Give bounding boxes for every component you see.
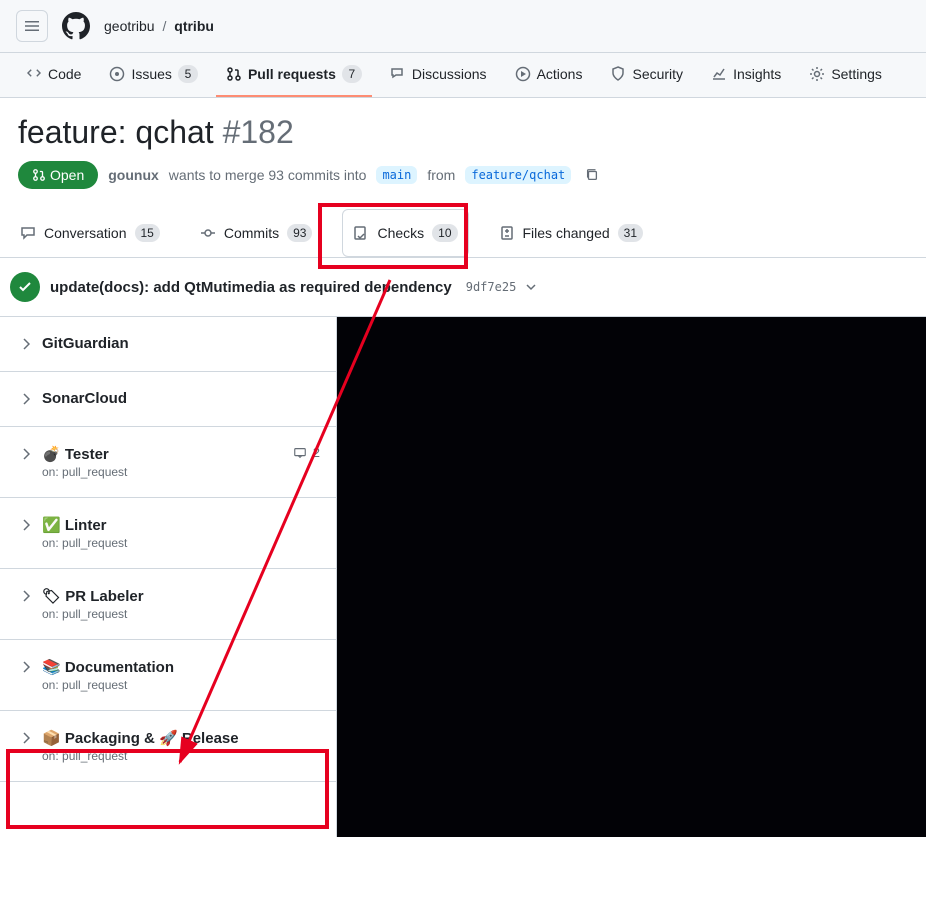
check-trigger: on: pull_request — [42, 678, 320, 692]
comment-icon — [20, 225, 36, 241]
check-annotations-count: 2 — [293, 445, 320, 460]
chevron-right-icon — [22, 589, 32, 605]
pr-open-icon — [32, 168, 46, 182]
chevron-right-icon — [22, 392, 32, 408]
tab-checks[interactable]: Checks 10 — [343, 210, 467, 256]
tab-commits[interactable]: Commits 93 — [190, 210, 323, 256]
breadcrumb: geotribu / qtribu — [104, 18, 214, 34]
nav-insights[interactable]: Insights — [701, 54, 791, 96]
pr-author[interactable]: gounux — [108, 167, 159, 183]
diff-icon — [499, 225, 515, 241]
check-item[interactable]: 💣 Tester on: pull_request 2 — [0, 427, 336, 498]
commit-header: update(docs): add QtMutimedia as require… — [0, 258, 926, 317]
commit-sha[interactable]: 9df7e25 — [466, 280, 517, 294]
check-detail-pane — [337, 317, 926, 837]
checklist-icon — [353, 225, 369, 241]
nav-issues[interactable]: Issues 5 — [99, 53, 207, 97]
check-item[interactable]: GitGuardian — [0, 317, 336, 372]
github-logo[interactable] — [60, 10, 92, 42]
gear-icon — [809, 66, 825, 82]
copy-branch-button[interactable] — [581, 164, 603, 186]
check-trigger: on: pull_request — [42, 607, 320, 621]
tab-conversation[interactable]: Conversation 15 — [10, 210, 170, 256]
chevron-right-icon — [22, 518, 32, 534]
code-icon — [26, 66, 42, 82]
breadcrumb-repo[interactable]: qtribu — [174, 18, 214, 34]
check-name: 🏷 PR Labeler — [42, 587, 320, 605]
nav-security[interactable]: Security — [600, 54, 693, 96]
base-branch[interactable]: main — [376, 166, 417, 184]
pr-state-row: Open gounux wants to merge 93 commits in… — [18, 161, 908, 189]
issues-icon — [109, 66, 125, 82]
check-item[interactable]: 📚 Documentation on: pull_request — [0, 640, 336, 711]
breadcrumb-owner[interactable]: geotribu — [104, 18, 155, 34]
nav-code[interactable]: Code — [16, 54, 91, 96]
caret-down-icon[interactable] — [526, 282, 536, 292]
head-branch[interactable]: feature/qchat — [465, 166, 571, 184]
checks-sidebar: GitGuardian SonarCloud 💣 Tester on: pull_re… — [0, 317, 337, 837]
check-trigger: on: pull_request — [42, 536, 320, 550]
chevron-right-icon — [22, 337, 32, 353]
nav-actions[interactable]: Actions — [505, 54, 593, 96]
nav-settings[interactable]: Settings — [799, 54, 892, 96]
chevron-right-icon — [22, 660, 32, 676]
check-name: 💣 Tester — [42, 445, 283, 463]
status-success-icon — [10, 272, 40, 302]
check-name: SonarCloud — [42, 390, 320, 407]
discussions-icon — [390, 66, 406, 82]
menu-icon — [24, 18, 40, 34]
tab-files-changed[interactable]: Files changed 31 — [489, 210, 654, 256]
check-name: 📦 Packaging & 🚀 Release — [42, 729, 320, 747]
github-icon — [62, 12, 90, 40]
nav-discussions[interactable]: Discussions — [380, 54, 497, 96]
check-icon — [17, 279, 33, 295]
copy-icon — [585, 168, 599, 182]
check-item[interactable]: 📦 Packaging & 🚀 Release on: pull_request — [0, 711, 336, 782]
hamburger-menu[interactable] — [16, 10, 48, 42]
chevron-right-icon — [22, 731, 32, 747]
commit-message[interactable]: update(docs): add QtMutimedia as require… — [50, 279, 452, 296]
check-name: 📚 Documentation — [42, 658, 320, 676]
check-name: ✅ Linter — [42, 516, 320, 534]
shield-icon — [610, 66, 626, 82]
commit-icon — [200, 225, 216, 241]
check-name: GitGuardian — [42, 335, 320, 352]
actions-icon — [515, 66, 531, 82]
check-item[interactable]: 🏷 PR Labeler on: pull_request — [0, 569, 336, 640]
chevron-right-icon — [22, 447, 32, 463]
state-badge-open: Open — [18, 161, 98, 189]
nav-pull-requests[interactable]: Pull requests 7 — [216, 53, 372, 97]
pr-tabs: Conversation 15 Commits 93 Checks 10 Fil… — [0, 209, 926, 258]
repo-nav: Code Issues 5 Pull requests 7 Discussion… — [0, 53, 926, 98]
check-trigger: on: pull_request — [42, 749, 320, 763]
pr-icon — [226, 66, 242, 82]
check-trigger: on: pull_request — [42, 465, 283, 479]
check-item[interactable]: SonarCloud — [0, 372, 336, 427]
graph-icon — [711, 66, 727, 82]
pr-title: feature: qchat #182 — [18, 114, 908, 151]
check-item[interactable]: ✅ Linter on: pull_request — [0, 498, 336, 569]
